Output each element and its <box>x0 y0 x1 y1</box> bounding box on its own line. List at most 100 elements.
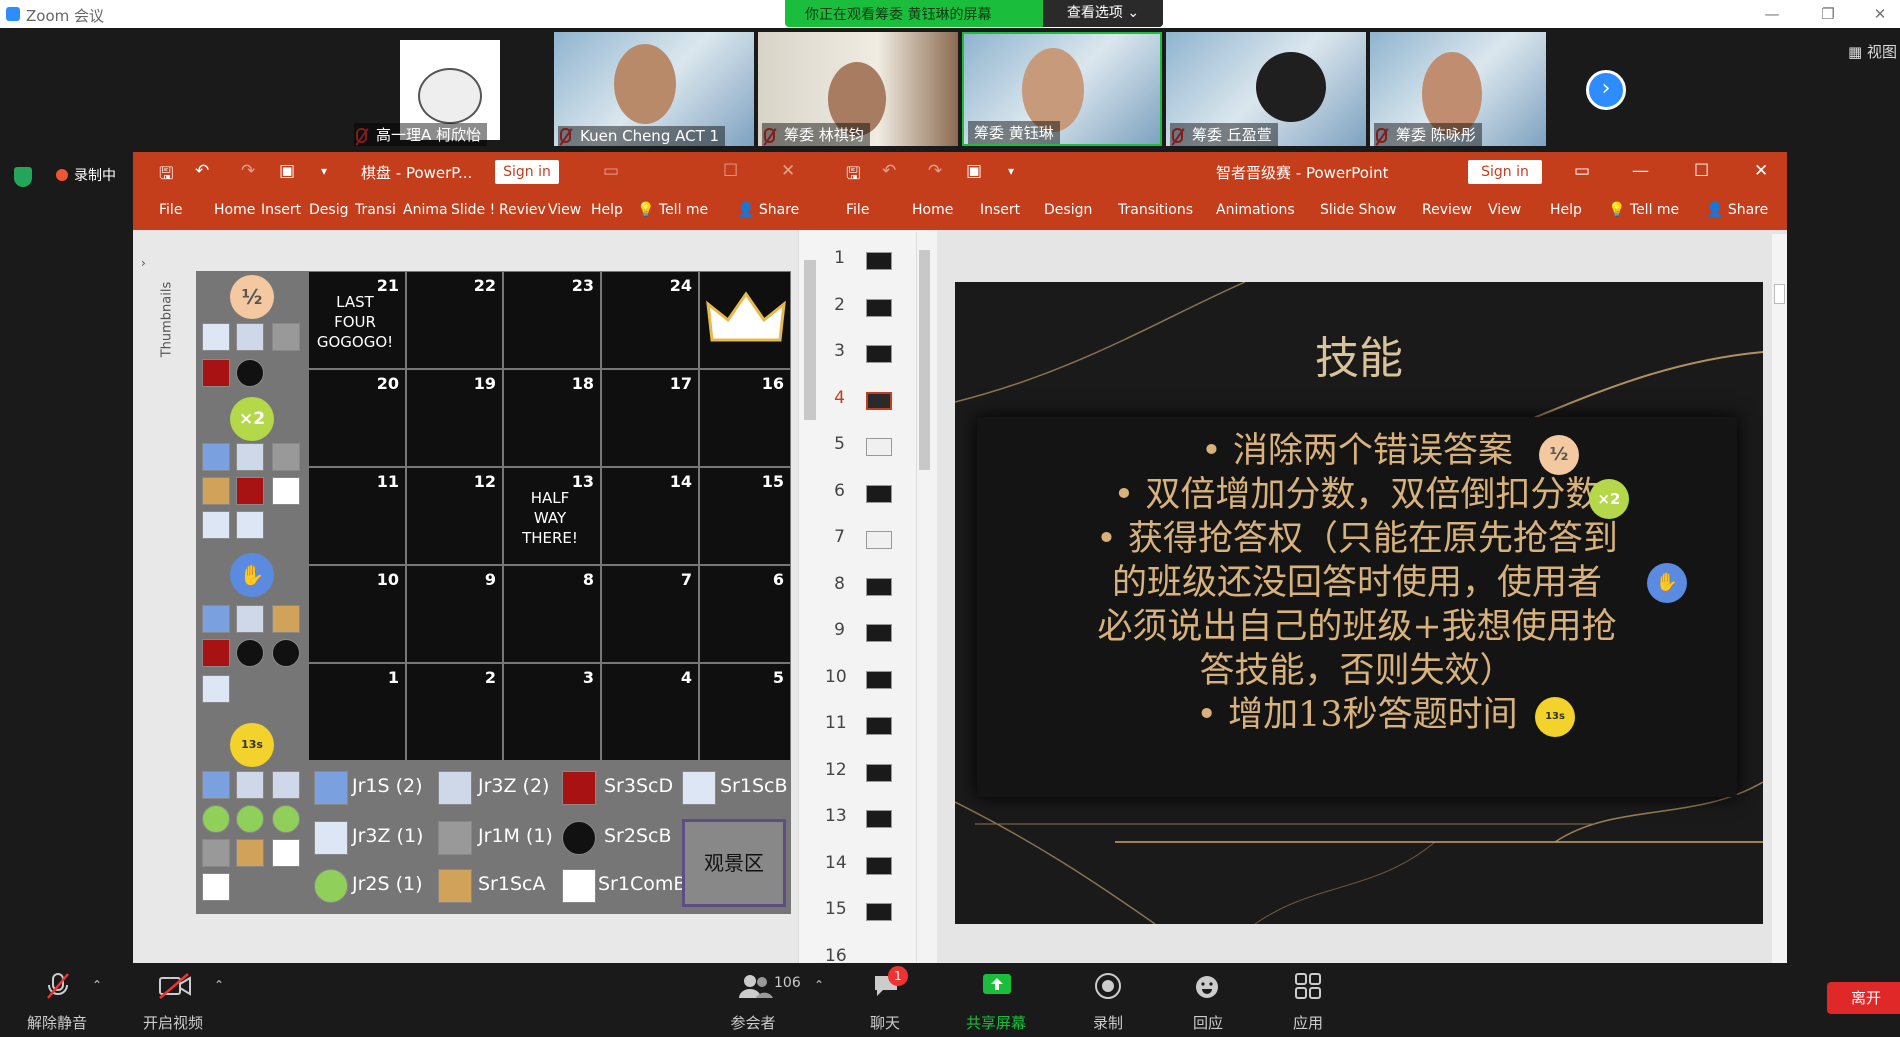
slide-thumbnail[interactable] <box>866 345 892 363</box>
ribbon-display-icon[interactable]: ▭ <box>1574 161 1590 181</box>
participant-tile[interactable]: 高一理A 柯欣怡 <box>350 32 500 146</box>
unmute-button[interactable]: 解除静音 <box>12 1012 102 1033</box>
customize-qat-icon[interactable]: ▾ <box>321 164 327 178</box>
tab-animations[interactable]: Animations <box>1216 202 1295 218</box>
tab-home[interactable]: Home <box>912 202 953 218</box>
participant-tile[interactable]: 筹委 陈咏彤 <box>1370 32 1546 146</box>
tab-file[interactable]: File <box>159 202 182 218</box>
participant-tile[interactable]: Kuen Cheng ACT 1 <box>554 32 754 146</box>
share-button[interactable]: 👤 Share <box>737 202 799 218</box>
sign-in-button[interactable]: Sign in <box>495 160 559 184</box>
tab-review[interactable]: Review <box>1422 202 1472 218</box>
slide-thumbnail[interactable] <box>866 298 892 317</box>
tab-slideshow[interactable]: Slide ! <box>451 202 495 218</box>
tab-insert[interactable]: Insert <box>261 202 301 218</box>
tell-me-search[interactable]: 💡 Tell me <box>1608 202 1679 218</box>
slide-thumbnail[interactable] <box>866 484 892 503</box>
slide-thumbnail[interactable] <box>866 624 892 642</box>
minimize-icon[interactable]: — <box>1632 161 1649 181</box>
close-icon[interactable]: ✕ <box>1860 2 1900 26</box>
tab-animations[interactable]: Anima <box>403 202 448 218</box>
apps-button[interactable]: 应用 <box>1263 1012 1353 1033</box>
scroll-thumb[interactable] <box>804 260 816 420</box>
slide-thumbnail[interactable] <box>866 670 892 689</box>
next-page-icon[interactable]: › <box>1586 70 1626 110</box>
tab-help[interactable]: Help <box>1550 202 1582 218</box>
slide-thumbnail[interactable] <box>866 903 892 921</box>
audio-options-icon[interactable]: ⌃ <box>92 978 102 992</box>
close-icon[interactable]: ✕ <box>1754 161 1768 181</box>
editor-scrollbar[interactable] <box>1772 234 1787 964</box>
record-icon[interactable] <box>1094 972 1122 999</box>
tab-design[interactable]: Design <box>1044 202 1092 218</box>
participant-tile-active[interactable]: 筹委 黄钰琳 <box>962 32 1162 146</box>
slide-thumbnail[interactable] <box>866 717 892 735</box>
customize-qat-icon[interactable]: ▾ <box>1008 164 1014 178</box>
reactions-button[interactable]: 回应 <box>1163 1012 1253 1033</box>
close-icon[interactable]: ✕ <box>781 161 795 181</box>
muted-mic-icon[interactable] <box>44 972 72 999</box>
save-icon[interactable]: 🖫 <box>159 161 173 190</box>
leave-button[interactable]: 离开 <box>1827 982 1900 1014</box>
participants-options-icon[interactable]: ⌃ <box>814 978 824 992</box>
tab-review[interactable]: Reviev <box>499 202 546 218</box>
participants-icon[interactable] <box>738 972 774 998</box>
maximize-icon[interactable]: ❐ <box>1808 2 1848 26</box>
vertical-scrollbar[interactable] <box>798 230 820 964</box>
slide-thumbnail[interactable] <box>866 810 892 828</box>
thumbnails-label[interactable]: Thumbnails <box>159 282 174 358</box>
undo-icon[interactable]: ↶ <box>882 161 896 181</box>
slide-thumbnail[interactable] <box>866 856 892 875</box>
recording-indicator[interactable]: 录制中 <box>56 165 116 185</box>
sign-in-button[interactable]: Sign in <box>1468 160 1542 184</box>
security-shield-icon[interactable] <box>14 167 32 187</box>
scroll-thumb[interactable] <box>919 250 930 470</box>
chat-button[interactable]: 聊天 <box>840 1012 930 1033</box>
slide-thumbnail[interactable] <box>866 252 892 270</box>
tab-home[interactable]: Home <box>214 202 255 218</box>
tab-design[interactable]: Desig <box>309 202 348 218</box>
tab-view[interactable]: View <box>1488 202 1521 218</box>
participant-tile[interactable]: 筹委 林祺钧 <box>758 32 958 146</box>
tab-insert[interactable]: Insert <box>980 202 1020 218</box>
view-options-button[interactable]: 查看选项 ⌄ <box>1043 0 1163 27</box>
slide-thumbnail[interactable] <box>866 391 892 410</box>
share-screen-button[interactable]: 共享屏幕 <box>951 1012 1041 1033</box>
present-icon[interactable]: ▣ <box>279 161 295 181</box>
slide-thumbnail[interactable] <box>866 763 892 782</box>
slide-thumbnail[interactable] <box>866 577 892 596</box>
start-video-button[interactable]: 开启视频 <box>128 1012 218 1033</box>
expand-thumbnails-icon[interactable]: › <box>141 256 146 270</box>
redo-icon[interactable]: ↷ <box>241 161 255 181</box>
doc-title: 智者晋级赛 - PowerPoint <box>1216 164 1389 182</box>
scroll-thumb[interactable] <box>1774 284 1785 304</box>
tab-transitions[interactable]: Transi <box>355 202 396 218</box>
tab-view[interactable]: View <box>548 202 581 218</box>
save-icon[interactable]: 🖫 <box>846 161 860 190</box>
video-off-icon[interactable] <box>158 972 191 999</box>
tab-slideshow[interactable]: Slide Show <box>1320 202 1396 218</box>
ribbon-display-icon[interactable]: ▭ <box>603 161 619 181</box>
video-options-icon[interactable]: ⌃ <box>214 978 224 992</box>
present-icon[interactable]: ▣ <box>966 161 982 181</box>
participant-tile[interactable]: 筹委 丘盈萱 <box>1166 32 1366 146</box>
tab-transitions[interactable]: Transitions <box>1118 202 1193 218</box>
participants-button[interactable]: 参会者 <box>708 1012 798 1033</box>
thumbnail-scrollbar[interactable] <box>916 232 932 962</box>
record-button[interactable]: 录制 <box>1063 1012 1153 1033</box>
reactions-icon[interactable] <box>1194 972 1222 998</box>
tab-file[interactable]: File <box>846 202 869 218</box>
tell-me-search[interactable]: 💡 Tell me <box>637 202 708 218</box>
maximize-icon[interactable]: ☐ <box>723 161 738 181</box>
maximize-icon[interactable]: ☐ <box>1694 161 1709 181</box>
redo-icon[interactable]: ↷ <box>928 161 942 181</box>
apps-icon[interactable] <box>1294 972 1322 999</box>
share-screen-icon[interactable] <box>982 972 1011 998</box>
undo-icon[interactable]: ↶ <box>195 161 209 181</box>
view-button[interactable]: ▦ 视图 <box>1848 41 1897 62</box>
minimize-icon[interactable]: — <box>1752 2 1792 26</box>
slide-thumbnail[interactable] <box>866 531 892 549</box>
tab-help[interactable]: Help <box>591 202 623 218</box>
slide-thumbnail[interactable] <box>866 438 892 456</box>
share-button[interactable]: 👤 Share <box>1706 202 1768 218</box>
